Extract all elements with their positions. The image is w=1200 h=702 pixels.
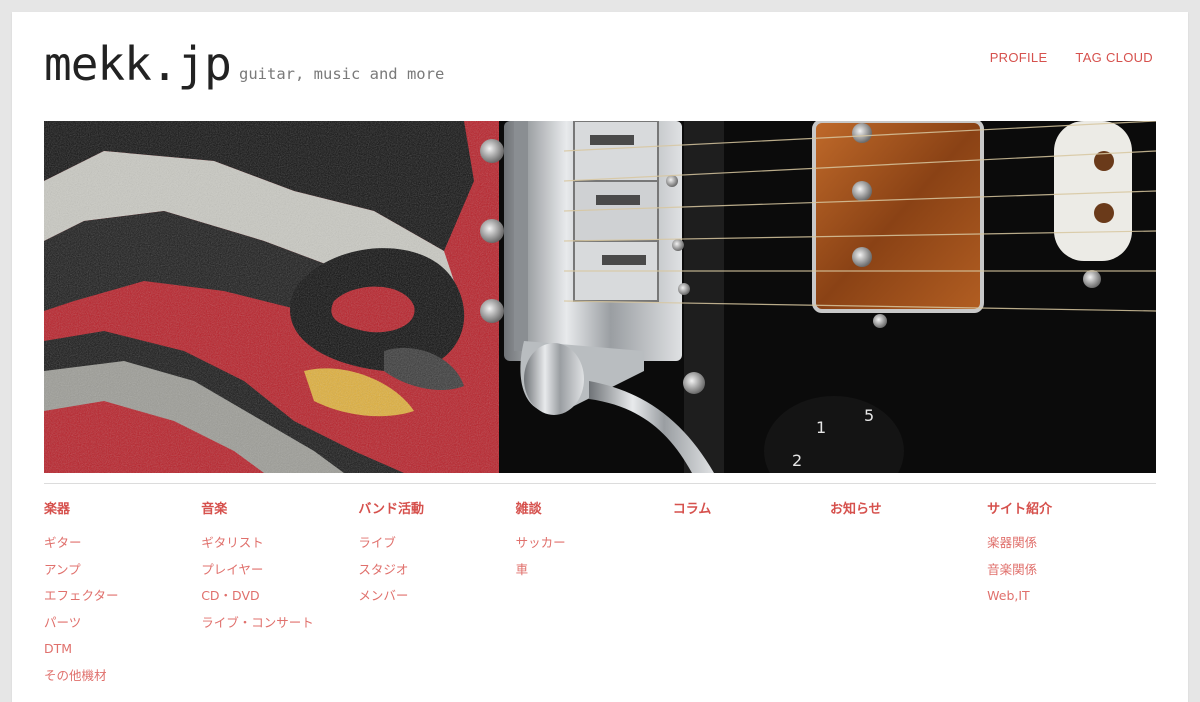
svg-text:2: 2 [792, 451, 802, 470]
menu-item[interactable]: パーツ [44, 610, 201, 637]
pickup [812, 121, 984, 328]
menu-item[interactable]: ギタリスト [201, 530, 358, 557]
menu-item[interactable]: 音楽関係 [987, 557, 1144, 584]
menu-item[interactable]: メンバー [358, 583, 515, 610]
menu-heading[interactable]: バンド活動 [358, 500, 515, 520]
menu-item[interactable]: CD・DVD [201, 583, 358, 610]
menu-column-instruments: 楽器 ギター アンプ エフェクター パーツ DTM その他機材 [44, 500, 201, 689]
menu-item[interactable]: Web,IT [987, 583, 1144, 610]
menu-column-music: 音楽 ギタリスト プレイヤー CD・DVD ライブ・コンサート [201, 500, 358, 689]
menu-item[interactable]: ライブ [358, 530, 515, 557]
menu-column-site-intro: サイト紹介 楽器関係 音楽関係 Web,IT [987, 500, 1144, 689]
menu-item[interactable]: 車 [516, 557, 673, 584]
menu-column-band: バンド活動 ライブ スタジオ メンバー [358, 500, 515, 689]
nav-profile-link[interactable]: PROFILE [990, 50, 1048, 65]
site-title[interactable]: mekk.jp [44, 34, 232, 94]
menu-item[interactable]: サッカー [516, 530, 673, 557]
top-nav: PROFILE TAG CLOUD [990, 50, 1153, 65]
menu-item[interactable]: その他機材 [44, 663, 201, 690]
menu-heading[interactable]: 楽器 [44, 500, 201, 520]
menu-item[interactable]: プレイヤー [201, 557, 358, 584]
menu-item[interactable]: アンプ [44, 557, 201, 584]
menu-column-column: コラム [673, 500, 830, 689]
svg-text:5: 5 [864, 406, 874, 425]
menu-heading[interactable]: サイト紹介 [987, 500, 1144, 520]
menu-column-chat: 雑談 サッカー 車 [516, 500, 673, 689]
menu-item[interactable]: エフェクター [44, 583, 201, 610]
menu-heading[interactable]: お知らせ [830, 500, 987, 520]
menu-item[interactable]: DTM [44, 636, 201, 663]
menu-heading[interactable]: 雑談 [516, 500, 673, 520]
menu-item[interactable]: ライブ・コンサート [201, 610, 358, 637]
menu-item[interactable]: スタジオ [358, 557, 515, 584]
menu-column-news: お知らせ [830, 500, 987, 689]
pickguard-pattern [44, 121, 499, 473]
nav-tag-cloud-link[interactable]: TAG CLOUD [1075, 50, 1153, 65]
menu-item[interactable]: 楽器関係 [987, 530, 1144, 557]
divider [44, 483, 1156, 484]
page-container: mekk.jp guitar, music and more PROFILE T… [12, 12, 1188, 702]
header-image: 2 1 5 [44, 121, 1156, 473]
site-tagline: guitar, music and more [239, 65, 445, 83]
category-menu: 楽器 ギター アンプ エフェクター パーツ DTM その他機材 音楽 ギタリスト… [44, 500, 1156, 689]
menu-heading[interactable]: 音楽 [201, 500, 358, 520]
menu-item[interactable]: ギター [44, 530, 201, 557]
menu-heading[interactable]: コラム [673, 500, 830, 520]
svg-text:1: 1 [816, 418, 826, 437]
guitar-photo: 2 1 5 [44, 121, 1156, 473]
